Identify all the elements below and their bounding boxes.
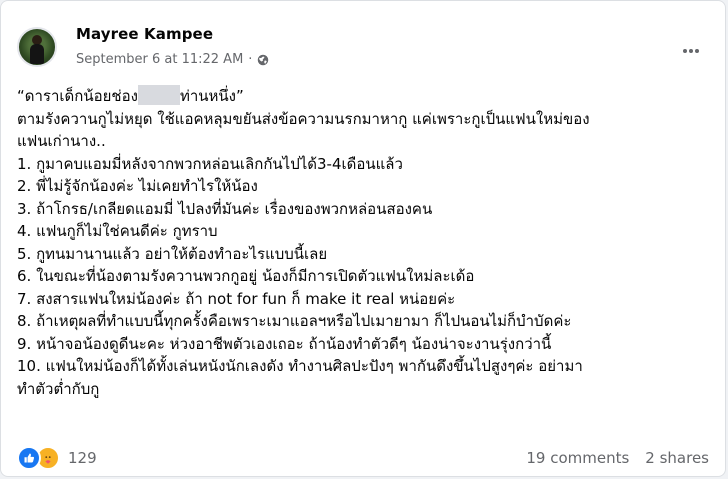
shares-count-link[interactable]: 2 shares [645,449,709,467]
post-line: 5. กูทนมานานแล้ว อย่าให้ต้องทำอะไรแบบนี้… [17,244,328,263]
avatar-body [30,44,44,64]
meta-separator: · [248,52,253,67]
post-footer: 129 19 comments 2 shares [17,445,709,471]
post-line: 4. แฟนกูก็ไม่ใช่คนดีค่ะ กูทราบ [17,222,218,240]
post-line: 3. ถ้าโกรธ/เกลียดแอมมี่ ไปลงที่มันค่ะ เร… [17,199,433,218]
engagement-stats: 19 comments 2 shares [526,449,709,467]
avatar[interactable] [17,27,57,67]
post-line: 1. กูมาคบแอมมี่หลังจากพวกหล่อนเลิกกันไปไ… [17,154,403,173]
post-timestamp[interactable]: September 6 at 11:22 AM [76,52,243,67]
more-options-icon [683,49,699,53]
like-icon [17,446,41,470]
title-part-2: ท่านหนึ่ง” [179,87,244,105]
post-line: 9. หน้าจอน้องดูดีนะคะ ห่วงอาชีพตัวเองเถอ… [17,334,552,353]
post-card: Mayree Kampee September 6 at 11:22 AM · … [0,0,726,477]
post-line: ทำตัวต่ำกับกู [17,379,100,398]
post-meta: September 6 at 11:22 AM · [76,52,269,67]
title-part-1: “ดาราเด็กน้อยช่อง [17,87,138,105]
globe-icon[interactable] [257,54,269,66]
post-header: Mayree Kampee September 6 at 11:22 AM · [17,15,709,75]
post-line: 7. สงสารแฟนใหม่น้องค่ะ ถ้า not for fun ก… [17,289,456,308]
post-line: 8. ถ้าเหตุผลที่ทำแบบนี้ทุกครั้งคือเพราะเ… [17,312,572,330]
comments-count-link[interactable]: 19 comments [526,449,629,467]
post-text: “ดาราเด็กน้อยช่อง ท่านหนึ่ง” ตามรังควานกู… [17,85,709,400]
post-line: 2. พี่ไม่รู้จักน้องค่ะ ไม่เคยทำไรให้น้อง [17,177,258,195]
post-line: 6. ในขณะที่น้องตามรังควานพวกกูอยู่ น้องก… [17,267,475,285]
reaction-count: 129 [68,449,97,467]
post-line: แฟนเก่านาง.. [17,132,106,150]
post-line: 10. แฟนใหม่น้องก็ได้ทั้งเล่นหนังนักเลงดั… [17,357,583,375]
author-name[interactable]: Mayree Kampee [76,25,213,43]
post-line: ตามรังควานกูไม่หยุด ใช้แอคหลุมขยันส่งข้อ… [17,109,590,128]
more-options-button[interactable] [673,33,709,69]
post-line-title: “ดาราเด็กน้อยช่อง ท่านหนึ่ง” [17,85,709,108]
reactions-summary[interactable]: 129 [17,446,97,470]
redaction-block [137,85,180,105]
